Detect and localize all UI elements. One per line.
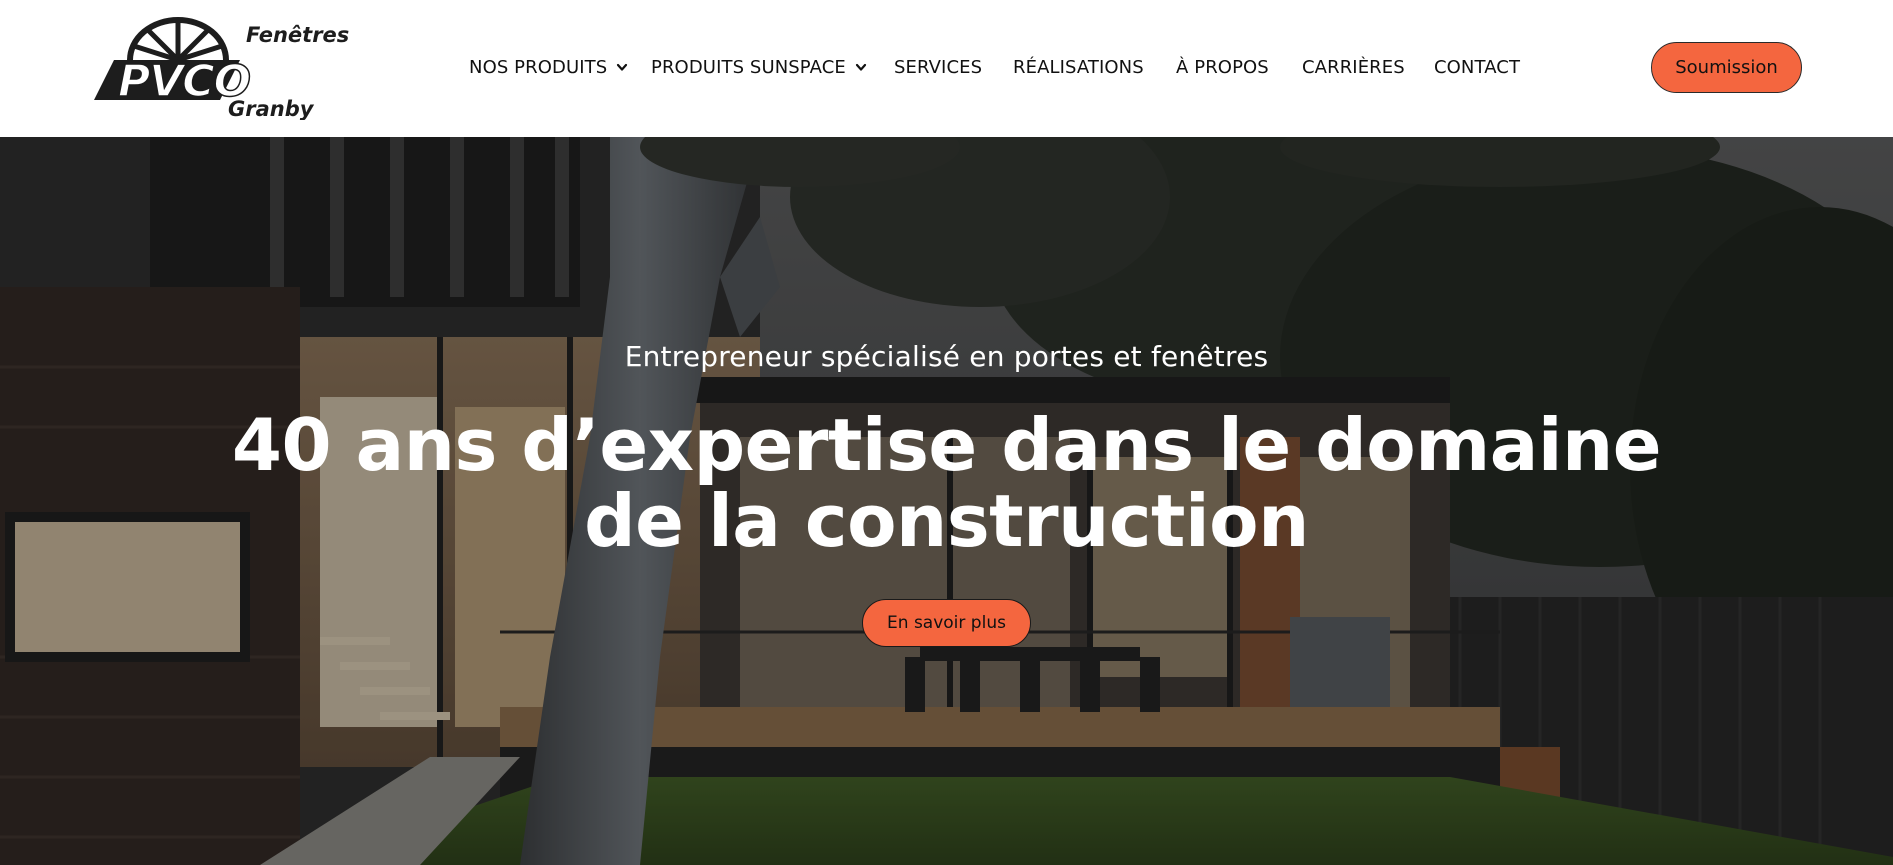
hero-section: Entrepreneur spécialisé en portes et fen… bbox=[0, 137, 1893, 865]
nav-item-label: À PROPOS bbox=[1176, 56, 1269, 78]
logo-bottom-text: Granby bbox=[228, 97, 315, 120]
nav-item-a-propos[interactable]: À PROPOS bbox=[1176, 52, 1269, 82]
chevron-down-icon bbox=[616, 61, 628, 73]
soumission-button[interactable]: Soumission bbox=[1651, 42, 1802, 93]
logo-top-text: Fenêtres bbox=[246, 23, 349, 47]
nav-item-label: CARRIÈRES bbox=[1302, 56, 1405, 78]
nav-item-label: PRODUITS SUNSPACE bbox=[651, 56, 846, 78]
nav-item-produits-sunspace[interactable]: PRODUITS SUNSPACE bbox=[651, 52, 867, 82]
en-savoir-plus-button[interactable]: En savoir plus bbox=[862, 599, 1031, 647]
nav-item-label: RÉALISATIONS bbox=[1013, 56, 1144, 78]
nav-item-realisations[interactable]: RÉALISATIONS bbox=[1013, 52, 1144, 82]
hero-subtitle: Entrepreneur spécialisé en portes et fen… bbox=[624, 340, 1269, 373]
hero-title: 40 ans d’expertise dans le domaine de la… bbox=[231, 403, 1662, 563]
nav-item-label: CONTACT bbox=[1434, 56, 1521, 78]
nav-item-label: NOS PRODUITS bbox=[469, 56, 608, 78]
chevron-down-icon bbox=[855, 61, 867, 73]
nav-item-label: SERVICES bbox=[894, 56, 983, 78]
site-header: PVCO Fenêtres Granby NOS PRODUITS PRODUI… bbox=[0, 0, 1893, 137]
nav-item-services[interactable]: SERVICES bbox=[894, 52, 982, 82]
pvco-logo[interactable]: PVCO Fenêtres Granby bbox=[90, 16, 350, 120]
nav-item-contact[interactable]: CONTACT bbox=[1434, 52, 1520, 82]
nav-item-carrieres[interactable]: CARRIÈRES bbox=[1302, 52, 1405, 82]
nav-item-nos-produits[interactable]: NOS PRODUITS bbox=[469, 52, 628, 82]
